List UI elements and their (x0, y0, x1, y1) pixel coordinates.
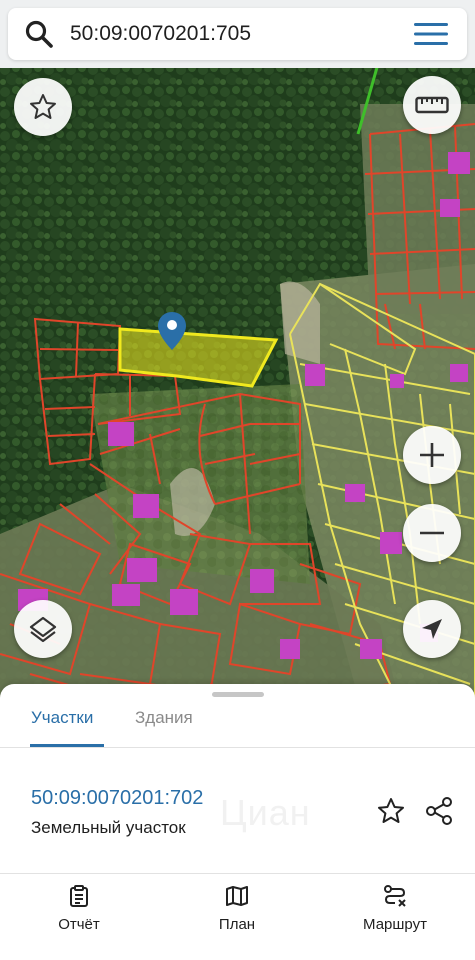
parcel-id-link[interactable]: 50:09:0070201:702 (31, 787, 203, 810)
nav-report[interactable]: Отчёт (19, 884, 139, 944)
top-bar (0, 0, 475, 68)
watermark: Циан (220, 792, 311, 833)
hamburger-menu-icon[interactable] (412, 20, 452, 48)
parcel-type-label: Земельный участок (31, 818, 186, 837)
sheet-drag-handle[interactable] (212, 692, 264, 697)
nav-divider (0, 873, 475, 874)
tab-buildings[interactable]: Здания (135, 708, 193, 728)
zoom-in-button[interactable] (403, 426, 461, 484)
satellite-map-image (0, 64, 475, 704)
share-icon[interactable] (424, 796, 454, 826)
tab-parcels[interactable]: Участки (31, 708, 93, 728)
report-clipboard-icon (70, 885, 88, 907)
zoom-in-icon (420, 443, 444, 467)
cadastral-map[interactable] (0, 64, 475, 704)
star-icon (30, 94, 56, 119)
route-icon (384, 885, 406, 907)
ruler-button[interactable] (403, 76, 461, 134)
nav-plan[interactable]: План (177, 884, 297, 944)
nav-route[interactable]: Маршрут (335, 884, 455, 944)
tabs-divider (0, 747, 475, 748)
ruler-icon (415, 96, 449, 114)
nav-plan-label: План (218, 916, 256, 933)
zoom-out-icon (420, 531, 444, 535)
search-box[interactable] (8, 8, 467, 60)
layers-button[interactable] (14, 600, 72, 658)
map-plan-icon (226, 886, 248, 906)
star-icon[interactable] (376, 796, 406, 826)
search-icon[interactable] (24, 19, 54, 49)
location-arrow-icon (422, 619, 442, 639)
favorite-map-button[interactable] (14, 78, 72, 136)
my-location-button[interactable] (403, 600, 461, 658)
bottom-sheet: Участки Здания Циан 50:09:0070201:702 Зе… (0, 684, 475, 960)
nav-report-label: Отчёт (58, 916, 100, 933)
layers-icon (29, 616, 57, 643)
map-pin-icon[interactable] (157, 311, 187, 351)
zoom-out-button[interactable] (403, 504, 461, 562)
nav-route-label: Маршрут (363, 916, 427, 933)
search-input[interactable] (70, 16, 400, 52)
